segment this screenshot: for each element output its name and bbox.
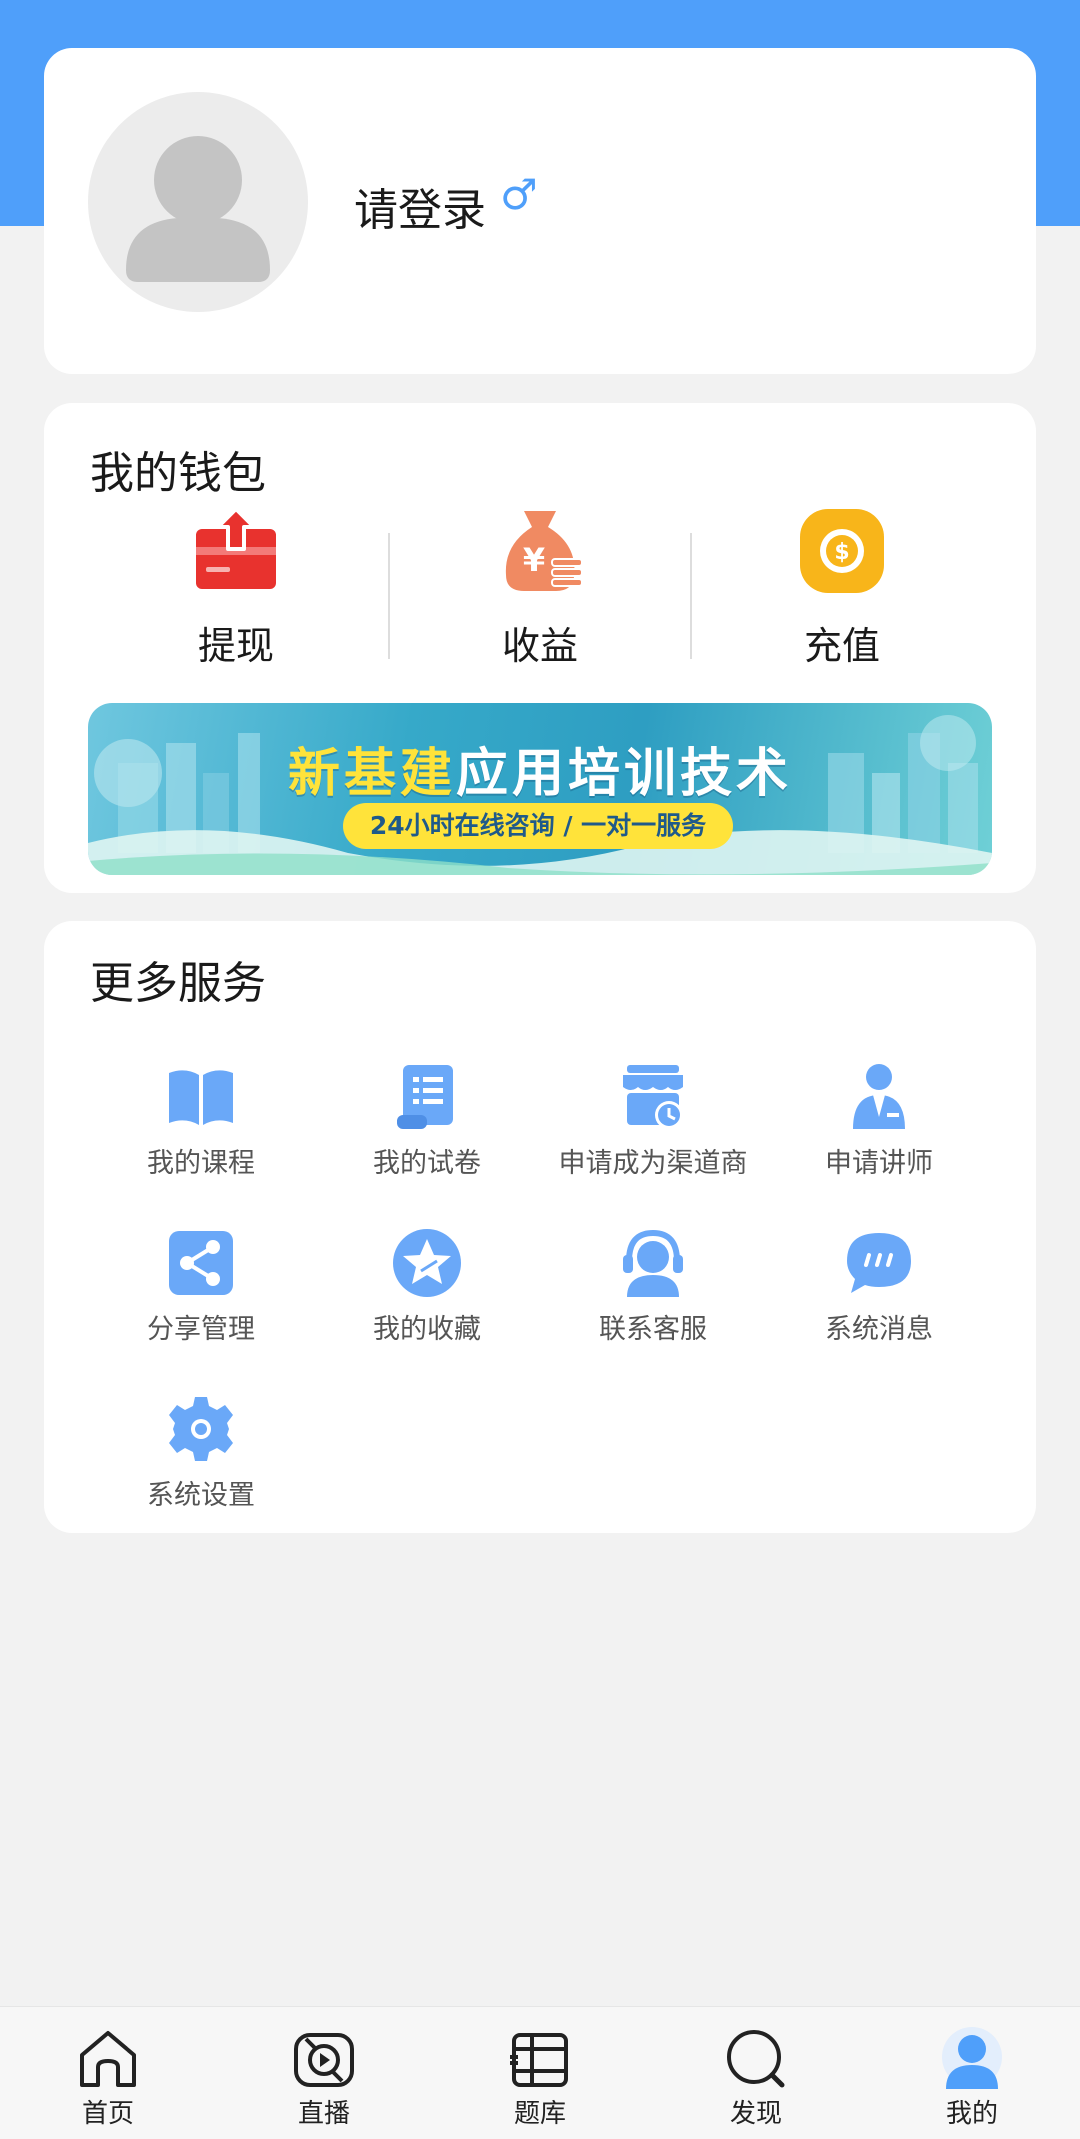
message-icon bbox=[843, 1227, 915, 1299]
avatar[interactable] bbox=[88, 92, 308, 312]
system-settings-label: 系统设置 bbox=[147, 1480, 255, 1511]
money-bag-icon: ¥ bbox=[494, 505, 586, 597]
recharge-label: 充值 bbox=[803, 624, 880, 668]
bottom-tab-bar: 首页 直播 题库 发现 我的 bbox=[0, 2006, 1080, 2139]
my-exams-label: 我的试卷 bbox=[373, 1148, 481, 1179]
apply-lecturer-button[interactable]: 申请讲师 bbox=[766, 1061, 992, 1185]
settings-gear-icon bbox=[165, 1393, 237, 1465]
wallet-card: 我的钱包 提现 ¥ 收益 $ 充值 新基建应用培训技术 24小时在线咨询 / 一… bbox=[44, 403, 1036, 893]
exam-paper-icon bbox=[391, 1061, 463, 1133]
my-courses-button[interactable]: 我的课程 bbox=[88, 1061, 314, 1185]
svg-text:$: $ bbox=[834, 540, 849, 565]
male-gender-icon: ♂ bbox=[500, 170, 538, 219]
services-card: 更多服务 我的课程 我的试卷 申请成为渠道商 申请讲师 分享管理 我的收藏 联系… bbox=[44, 921, 1036, 1533]
banner-title: 新基建应用培训技术 bbox=[88, 731, 992, 806]
tab-discover-label: 发现 bbox=[729, 2099, 782, 2129]
svg-text:¥: ¥ bbox=[523, 541, 545, 579]
profile-card: 请登录 ♂ bbox=[44, 48, 1036, 374]
share-icon bbox=[165, 1227, 237, 1299]
tab-mine[interactable]: 我的 bbox=[864, 2007, 1080, 2139]
home-icon bbox=[76, 2027, 140, 2091]
discover-icon bbox=[724, 2027, 788, 2091]
apply-channel-partner-button[interactable]: 申请成为渠道商 bbox=[540, 1061, 766, 1185]
share-management-button[interactable]: 分享管理 bbox=[88, 1227, 314, 1351]
earnings-button[interactable]: ¥ 收益 bbox=[390, 505, 690, 675]
my-favorites-label: 我的收藏 bbox=[373, 1314, 481, 1345]
share-management-label: 分享管理 bbox=[147, 1314, 255, 1345]
withdraw-button[interactable]: 提现 bbox=[86, 505, 386, 675]
lecturer-icon bbox=[843, 1061, 915, 1133]
apply-channel-partner-label: 申请成为渠道商 bbox=[558, 1148, 748, 1179]
banner-title-highlight: 新基建 bbox=[287, 744, 456, 804]
my-exams-button[interactable]: 我的试卷 bbox=[314, 1061, 540, 1185]
mine-icon bbox=[940, 2027, 1004, 2091]
withdraw-icon bbox=[190, 505, 282, 597]
earnings-label: 收益 bbox=[501, 624, 578, 668]
book-icon bbox=[165, 1061, 237, 1133]
tab-discover[interactable]: 发现 bbox=[648, 2007, 864, 2139]
contact-service-button[interactable]: 联系客服 bbox=[540, 1227, 766, 1351]
question-bank-icon bbox=[508, 2027, 572, 2091]
my-favorites-button[interactable]: 我的收藏 bbox=[314, 1227, 540, 1351]
system-settings-button[interactable]: 系统设置 bbox=[88, 1393, 314, 1517]
login-link[interactable]: 请登录 bbox=[354, 174, 486, 238]
tab-home[interactable]: 首页 bbox=[0, 2007, 216, 2139]
tab-question-bank[interactable]: 题库 bbox=[432, 2007, 648, 2139]
tab-question-bank-label: 题库 bbox=[513, 2099, 566, 2129]
wallet-title: 我的钱包 bbox=[90, 448, 266, 499]
tab-live[interactable]: 直播 bbox=[216, 2007, 432, 2139]
recharge-button[interactable]: $ 充值 bbox=[692, 505, 992, 675]
banner-title-rest: 应用培训技术 bbox=[456, 744, 793, 804]
system-messages-button[interactable]: 系统消息 bbox=[766, 1227, 992, 1351]
banner-subtitle: 24小时在线咨询 / 一对一服务 bbox=[343, 803, 733, 849]
recharge-coin-icon: $ bbox=[796, 505, 888, 597]
favorite-star-icon bbox=[391, 1227, 463, 1299]
my-courses-label: 我的课程 bbox=[147, 1148, 255, 1179]
contact-service-label: 联系客服 bbox=[599, 1314, 707, 1345]
tab-home-label: 首页 bbox=[81, 2099, 134, 2129]
apply-lecturer-label: 申请讲师 bbox=[825, 1148, 933, 1179]
default-user-avatar-icon bbox=[126, 136, 270, 282]
customer-service-icon bbox=[617, 1227, 689, 1299]
live-icon bbox=[292, 2027, 356, 2091]
tab-mine-label: 我的 bbox=[945, 2099, 998, 2129]
store-icon bbox=[617, 1061, 689, 1133]
tab-live-label: 直播 bbox=[297, 2099, 350, 2129]
services-title: 更多服务 bbox=[90, 958, 266, 1009]
system-messages-label: 系统消息 bbox=[825, 1314, 933, 1345]
promo-banner[interactable]: 新基建应用培训技术 24小时在线咨询 / 一对一服务 bbox=[88, 703, 992, 875]
withdraw-label: 提现 bbox=[197, 624, 274, 668]
